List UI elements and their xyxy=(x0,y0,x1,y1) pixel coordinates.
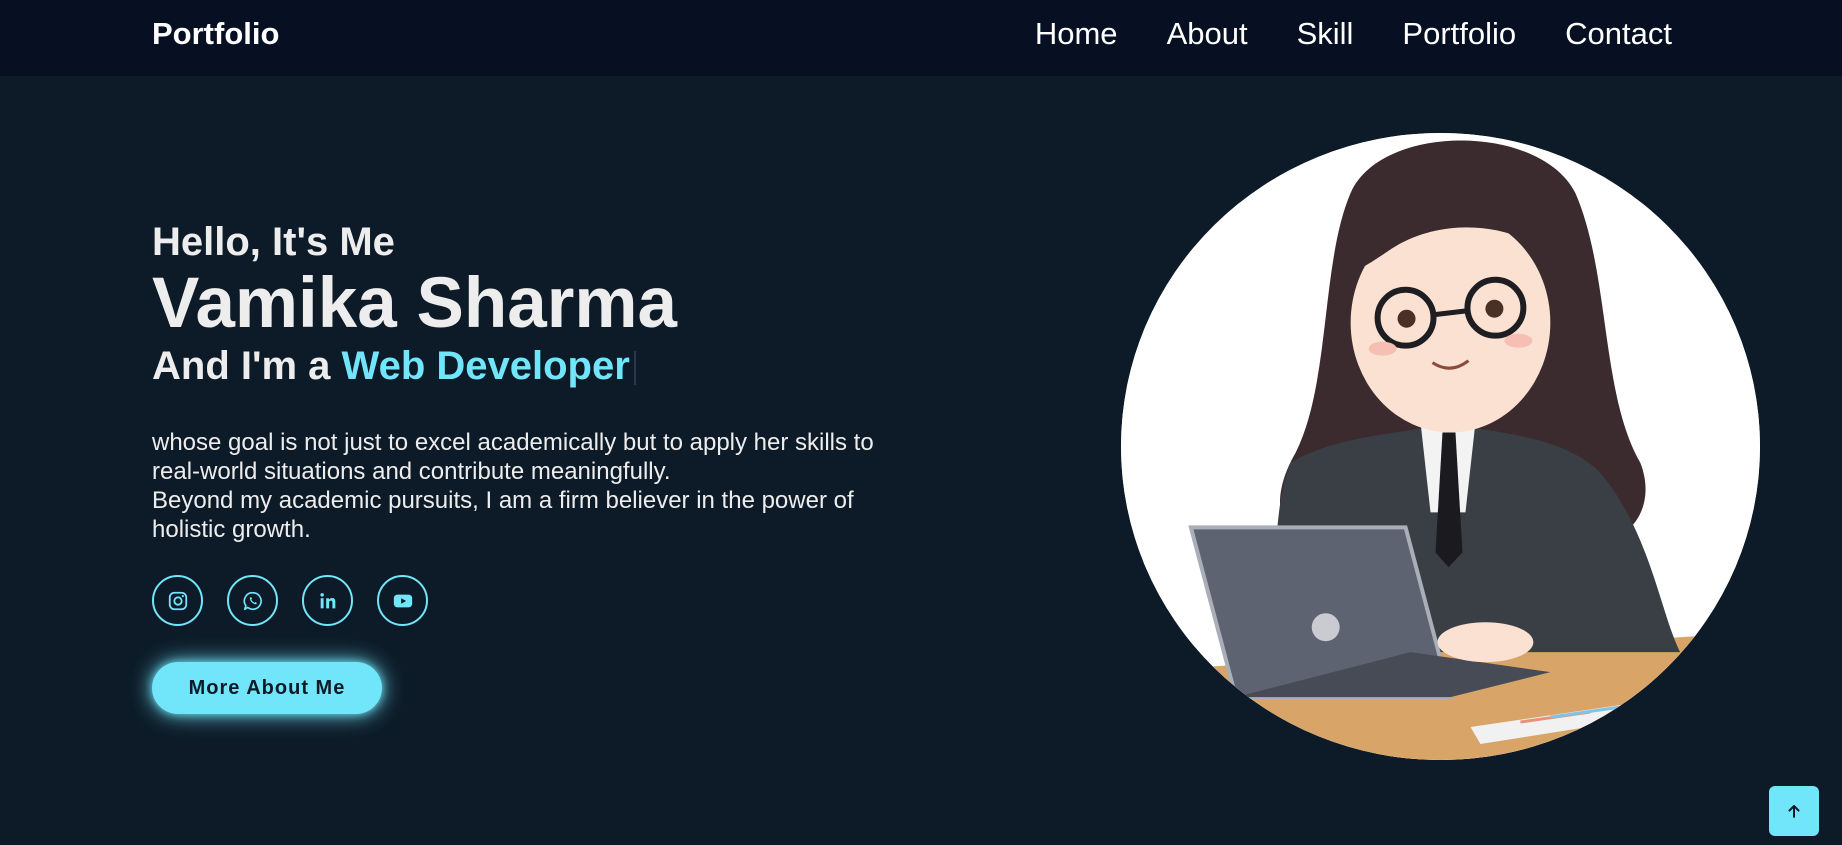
role-prefix: And I'm a xyxy=(152,344,331,388)
hero-name: Vamika Sharma xyxy=(152,264,677,343)
hero-greeting: Hello, It's Me xyxy=(152,220,395,264)
youtube-link[interactable] xyxy=(377,575,428,626)
nav-home-link[interactable]: Home xyxy=(1035,16,1118,52)
main-nav: Home About Skill Portfolio Contact xyxy=(1035,16,1672,52)
youtube-icon xyxy=(393,594,412,607)
navbar: Portfolio Home About Skill Portfolio Con… xyxy=(0,0,1842,76)
profile-illustration xyxy=(1121,133,1760,760)
whatsapp-link[interactable] xyxy=(227,575,278,626)
description-line-1: whose goal is not just to excel academic… xyxy=(152,429,874,485)
nav-skill-link[interactable]: Skill xyxy=(1297,16,1354,52)
hero-description: whose goal is not just to excel academic… xyxy=(152,428,912,544)
hero-text: Hello, It's Me Vamika Sharma And I'm a W… xyxy=(152,218,912,544)
whatsapp-icon xyxy=(243,591,262,610)
linkedin-link[interactable] xyxy=(302,575,353,626)
description-line-2: Beyond my academic pursuits, I am a firm… xyxy=(152,487,854,543)
hero-role: And I'm a Web Developer xyxy=(152,342,912,390)
nav-contact-link[interactable]: Contact xyxy=(1565,16,1672,52)
nav-portfolio-link[interactable]: Portfolio xyxy=(1402,16,1516,52)
developer-avatar-image xyxy=(1121,133,1760,760)
instagram-icon xyxy=(168,591,187,610)
linkedin-icon xyxy=(319,592,335,608)
instagram-link[interactable] xyxy=(152,575,203,626)
arrow-up-icon xyxy=(1788,805,1800,818)
typing-cursor xyxy=(633,351,636,386)
role-highlight: Web Developer xyxy=(341,344,630,388)
more-about-me-button[interactable]: More About Me xyxy=(152,662,382,714)
social-links xyxy=(152,575,428,626)
scroll-to-top-button[interactable] xyxy=(1769,786,1819,836)
nav-about-link[interactable]: About xyxy=(1167,16,1248,52)
site-logo[interactable]: Portfolio xyxy=(152,16,279,52)
